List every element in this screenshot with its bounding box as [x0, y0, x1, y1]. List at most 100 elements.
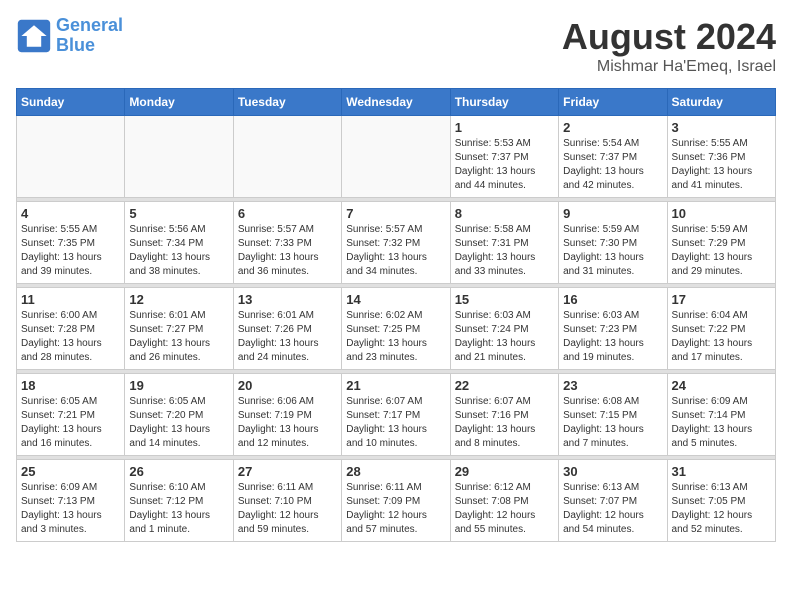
day-number: 27 [238, 464, 337, 479]
day-number: 29 [455, 464, 554, 479]
day-number: 18 [21, 378, 120, 393]
logo-icon [16, 18, 52, 54]
day-number: 4 [21, 206, 120, 221]
calendar-cell: 28 Sunrise: 6:11 AM Sunset: 7:09 PM Dayli… [342, 460, 450, 542]
day-info: Sunrise: 6:11 AM Sunset: 7:10 PM Dayligh… [238, 481, 337, 537]
day-info: Sunrise: 6:09 AM Sunset: 7:13 PM Dayligh… [21, 481, 120, 537]
calendar-cell: 26 Sunrise: 6:10 AM Sunset: 7:12 PM Dayli… [125, 460, 233, 542]
day-number: 23 [563, 378, 662, 393]
day-info: Sunrise: 5:55 AM Sunset: 7:35 PM Dayligh… [21, 223, 120, 279]
day-info: Sunrise: 6:12 AM Sunset: 7:08 PM Dayligh… [455, 481, 554, 537]
calendar-cell: 27 Sunrise: 6:11 AM Sunset: 7:10 PM Dayli… [233, 460, 341, 542]
day-number: 25 [21, 464, 120, 479]
day-number: 22 [455, 378, 554, 393]
title-block: August 2024 Mishmar Ha'Emeq, Israel [562, 16, 776, 76]
day-info: Sunrise: 5:55 AM Sunset: 7:36 PM Dayligh… [672, 137, 771, 193]
day-number: 31 [672, 464, 771, 479]
calendar-cell: 31 Sunrise: 6:13 AM Sunset: 7:05 PM Dayli… [667, 460, 775, 542]
day-number: 1 [455, 120, 554, 135]
day-info: Sunrise: 6:01 AM Sunset: 7:27 PM Dayligh… [129, 309, 228, 365]
calendar-cell: 9Sunrise: 5:59 AM Sunset: 7:30 PM Daylig… [559, 202, 667, 284]
week-row-4: 18 Sunrise: 6:05 AM Sunset: 7:21 PM Dayli… [17, 374, 776, 456]
calendar-cell [342, 116, 450, 198]
calendar-cell: 12Sunrise: 6:01 AM Sunset: 7:27 PM Dayli… [125, 288, 233, 370]
logo: General Blue [16, 16, 123, 56]
day-number: 19 [129, 378, 228, 393]
day-info: Sunrise: 6:02 AM Sunset: 7:25 PM Dayligh… [346, 309, 445, 365]
weekday-header-row: Sunday Monday Tuesday Wednesday Thursday… [17, 89, 776, 116]
day-info: Sunrise: 6:06 AM Sunset: 7:19 PM Dayligh… [238, 395, 337, 451]
day-info: Sunrise: 6:11 AM Sunset: 7:09 PM Dayligh… [346, 481, 445, 537]
day-number: 11 [21, 292, 120, 307]
day-info: Sunrise: 5:59 AM Sunset: 7:30 PM Dayligh… [563, 223, 662, 279]
calendar-cell: 11 Sunrise: 6:00 AM Sunset: 7:28 PM Dayli… [17, 288, 125, 370]
day-info: Sunrise: 6:03 AM Sunset: 7:23 PM Dayligh… [563, 309, 662, 365]
calendar-cell: 14 Sunrise: 6:02 AM Sunset: 7:25 PM Dayli… [342, 288, 450, 370]
day-info: Sunrise: 6:10 AM Sunset: 7:12 PM Dayligh… [129, 481, 228, 537]
day-number: 21 [346, 378, 445, 393]
day-info: Sunrise: 5:58 AM Sunset: 7:31 PM Dayligh… [455, 223, 554, 279]
calendar-cell: 17Sunrise: 6:04 AM Sunset: 7:22 PM Dayli… [667, 288, 775, 370]
header-wednesday: Wednesday [342, 89, 450, 116]
day-info: Sunrise: 5:57 AM Sunset: 7:33 PM Dayligh… [238, 223, 337, 279]
day-info: Sunrise: 6:05 AM Sunset: 7:20 PM Dayligh… [129, 395, 228, 451]
header-sunday: Sunday [17, 89, 125, 116]
day-number: 3 [672, 120, 771, 135]
calendar-cell: 18 Sunrise: 6:05 AM Sunset: 7:21 PM Dayli… [17, 374, 125, 456]
day-number: 15 [455, 292, 554, 307]
day-number: 2 [563, 120, 662, 135]
day-info: Sunrise: 5:56 AM Sunset: 7:34 PM Dayligh… [129, 223, 228, 279]
day-number: 24 [672, 378, 771, 393]
day-info: Sunrise: 6:08 AM Sunset: 7:15 PM Dayligh… [563, 395, 662, 451]
day-info: Sunrise: 5:57 AM Sunset: 7:32 PM Dayligh… [346, 223, 445, 279]
day-info: Sunrise: 5:53 AM Sunset: 7:37 PM Dayligh… [455, 137, 554, 193]
calendar-cell: 15 Sunrise: 6:03 AM Sunset: 7:24 PM Dayli… [450, 288, 558, 370]
day-info: Sunrise: 6:03 AM Sunset: 7:24 PM Dayligh… [455, 309, 554, 365]
calendar-cell: 22 Sunrise: 6:07 AM Sunset: 7:16 PM Dayli… [450, 374, 558, 456]
calendar-cell: 29 Sunrise: 6:12 AM Sunset: 7:08 PM Dayli… [450, 460, 558, 542]
month-title: August 2024 [562, 16, 776, 58]
day-number: 10 [672, 206, 771, 221]
day-number: 26 [129, 464, 228, 479]
day-info: Sunrise: 6:13 AM Sunset: 7:05 PM Dayligh… [672, 481, 771, 537]
calendar-cell [233, 116, 341, 198]
day-info: Sunrise: 5:54 AM Sunset: 7:37 PM Dayligh… [563, 137, 662, 193]
day-number: 28 [346, 464, 445, 479]
calendar-cell: 6 Sunrise: 5:57 AM Sunset: 7:33 PM Daylig… [233, 202, 341, 284]
calendar-cell: 7 Sunrise: 5:57 AM Sunset: 7:32 PM Daylig… [342, 202, 450, 284]
header-tuesday: Tuesday [233, 89, 341, 116]
header-thursday: Thursday [450, 89, 558, 116]
day-number: 7 [346, 206, 445, 221]
day-info: Sunrise: 6:05 AM Sunset: 7:21 PM Dayligh… [21, 395, 120, 451]
day-number: 16 [563, 292, 662, 307]
calendar-table: Sunday Monday Tuesday Wednesday Thursday… [16, 88, 776, 542]
day-number: 17 [672, 292, 771, 307]
day-info: Sunrise: 6:13 AM Sunset: 7:07 PM Dayligh… [563, 481, 662, 537]
week-row-1: 1 Sunrise: 5:53 AM Sunset: 7:37 PM Daylig… [17, 116, 776, 198]
day-info: Sunrise: 6:01 AM Sunset: 7:26 PM Dayligh… [238, 309, 337, 365]
calendar-cell: 23 Sunrise: 6:08 AM Sunset: 7:15 PM Dayli… [559, 374, 667, 456]
calendar-cell: 2 Sunrise: 5:54 AM Sunset: 7:37 PM Daylig… [559, 116, 667, 198]
calendar-cell: 8Sunrise: 5:58 AM Sunset: 7:31 PM Daylig… [450, 202, 558, 284]
calendar-cell: 24Sunrise: 6:09 AM Sunset: 7:14 PM Dayli… [667, 374, 775, 456]
day-number: 6 [238, 206, 337, 221]
location-title: Mishmar Ha'Emeq, Israel [562, 58, 776, 76]
day-number: 13 [238, 292, 337, 307]
week-row-3: 11 Sunrise: 6:00 AM Sunset: 7:28 PM Dayli… [17, 288, 776, 370]
calendar-cell [125, 116, 233, 198]
day-number: 14 [346, 292, 445, 307]
page-header: General Blue August 2024 Mishmar Ha'Emeq… [16, 16, 776, 76]
calendar-cell: 25 Sunrise: 6:09 AM Sunset: 7:13 PM Dayli… [17, 460, 125, 542]
calendar-cell: 20 Sunrise: 6:06 AM Sunset: 7:19 PM Dayli… [233, 374, 341, 456]
day-info: Sunrise: 5:59 AM Sunset: 7:29 PM Dayligh… [672, 223, 771, 279]
day-number: 20 [238, 378, 337, 393]
logo-text: General Blue [56, 16, 123, 56]
calendar-cell [17, 116, 125, 198]
day-info: Sunrise: 6:07 AM Sunset: 7:17 PM Dayligh… [346, 395, 445, 451]
day-info: Sunrise: 6:00 AM Sunset: 7:28 PM Dayligh… [21, 309, 120, 365]
calendar-cell: 4 Sunrise: 5:55 AM Sunset: 7:35 PM Daylig… [17, 202, 125, 284]
day-info: Sunrise: 6:07 AM Sunset: 7:16 PM Dayligh… [455, 395, 554, 451]
logo-line2: Blue [56, 35, 95, 55]
calendar-cell: 19 Sunrise: 6:05 AM Sunset: 7:20 PM Dayli… [125, 374, 233, 456]
day-number: 5 [129, 206, 228, 221]
